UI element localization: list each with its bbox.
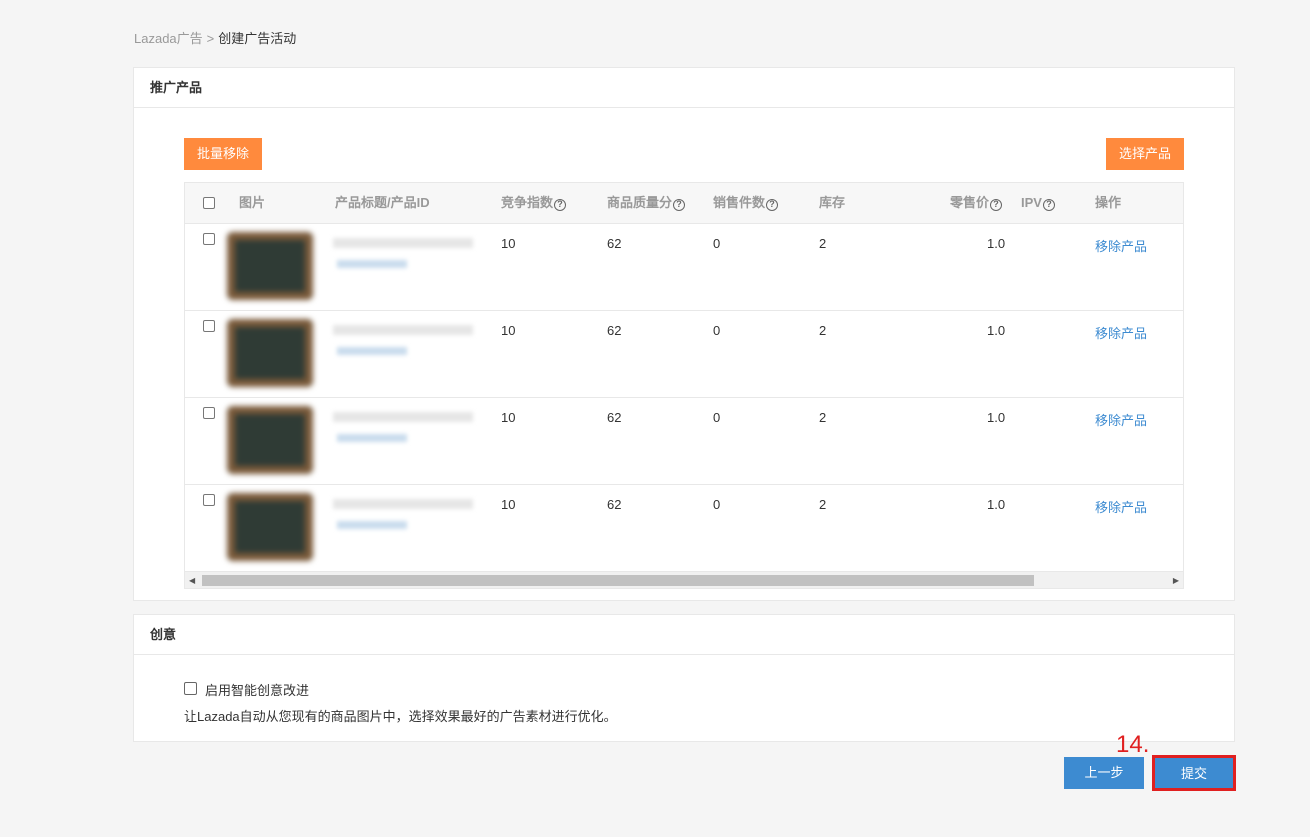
table-row: 10 62 0 2 1.0 移除产品 [185,398,1183,485]
col-title-id: 产品标题/产品ID [335,195,430,210]
col-stock: 库存 [819,195,846,210]
remove-product-link[interactable]: 移除产品 [1095,410,1147,429]
submit-button[interactable]: 提交 [1152,755,1236,791]
product-title-redacted [333,238,473,248]
help-icon[interactable]: ? [766,199,779,211]
product-title-redacted [333,499,473,509]
smart-creative-checkbox[interactable] [184,682,197,695]
scrollbar-thumb[interactable] [202,575,1034,586]
select-products-button[interactable]: 选择产品 [1105,138,1184,170]
smart-creative-description: 让Lazada自动从您现有的商品图片中，选择效果最好的广告素材进行优化。 [184,709,617,724]
breadcrumb: Lazada广告 > 创建广告活动 [134,28,296,47]
col-action: 操作 [1095,195,1122,210]
cell-stock: 2 [819,323,827,338]
cell-quality: 62 [607,236,622,251]
table-row: 10 62 0 2 1.0 移除产品 [185,224,1183,311]
help-icon[interactable]: ? [673,199,686,211]
batch-remove-button[interactable]: 批量移除 [184,138,263,170]
cell-price: 1.0 [987,410,1006,425]
creative-card-title: 创意 [134,615,1234,655]
cell-bid-index: 10 [501,497,516,512]
table-row: 10 62 0 2 1.0 移除产品 [185,485,1183,572]
cell-stock: 2 [819,236,827,251]
remove-product-link[interactable]: 移除产品 [1095,497,1147,516]
product-title-redacted [333,325,473,335]
product-id-redacted [337,347,407,355]
cell-quality: 62 [607,410,622,425]
step-annotation: 14. [1116,731,1150,758]
products-card-title: 推广产品 [134,68,1234,108]
help-icon[interactable]: ? [1042,199,1055,211]
row-checkbox[interactable] [203,407,215,419]
cell-sales: 0 [713,497,721,512]
help-icon[interactable]: ? [554,199,567,211]
scroll-right-arrow-icon[interactable]: ▶ [1173,576,1179,585]
cell-stock: 2 [819,497,827,512]
product-title-redacted [333,412,473,422]
cell-stock: 2 [819,410,827,425]
products-card: 推广产品 批量移除 选择产品 图片 产品标题/产品ID 竞争指数? 商品质量分?… [133,67,1235,601]
remove-product-link[interactable]: 移除产品 [1095,236,1147,255]
breadcrumb-current: 创建广告活动 [218,31,297,46]
product-id-redacted [337,434,407,442]
breadcrumb-parent[interactable]: Lazada广告 [134,31,203,46]
product-image [227,232,313,300]
breadcrumb-separator: > [206,31,215,46]
cell-quality: 62 [607,497,622,512]
col-sales: 销售件数? [713,183,779,223]
previous-step-button[interactable]: 上一步 [1064,757,1144,789]
creative-card: 创意 启用智能创意改进 让Lazada自动从您现有的商品图片中，选择效果最好的广… [133,614,1235,742]
cell-bid-index: 10 [501,236,516,251]
horizontal-scrollbar[interactable]: ◀ ▶ [185,571,1183,588]
table-row: 10 62 0 2 1.0 移除产品 [185,311,1183,398]
col-quality: 商品质量分? [607,183,686,223]
cell-price: 1.0 [987,236,1006,251]
product-image [227,406,313,474]
col-image: 图片 [239,195,266,210]
cell-bid-index: 10 [501,323,516,338]
remove-product-link[interactable]: 移除产品 [1095,323,1147,342]
row-checkbox[interactable] [203,494,215,506]
select-all-checkbox[interactable] [203,197,215,209]
cell-price: 1.0 [987,497,1006,512]
cell-sales: 0 [713,323,721,338]
help-icon[interactable]: ? [990,199,1003,211]
col-ipv: IPV? [1021,183,1055,223]
col-bid-index: 竞争指数? [501,183,567,223]
product-id-redacted [337,521,407,529]
products-table: 图片 产品标题/产品ID 竞争指数? 商品质量分? 销售件数? 库存 零售价? … [184,182,1184,589]
product-image [227,319,313,387]
table-header: 图片 产品标题/产品ID 竞争指数? 商品质量分? 销售件数? 库存 零售价? … [185,183,1183,224]
cell-bid-index: 10 [501,410,516,425]
row-checkbox[interactable] [203,320,215,332]
cell-price: 1.0 [987,323,1006,338]
smart-creative-label[interactable]: 启用智能创意改进 [205,680,309,699]
product-image [227,493,313,561]
col-price: 零售价? [950,183,1003,223]
cell-sales: 0 [713,236,721,251]
cell-quality: 62 [607,323,622,338]
row-checkbox[interactable] [203,233,215,245]
scroll-left-arrow-icon[interactable]: ◀ [189,576,195,585]
product-id-redacted [337,260,407,268]
cell-sales: 0 [713,410,721,425]
